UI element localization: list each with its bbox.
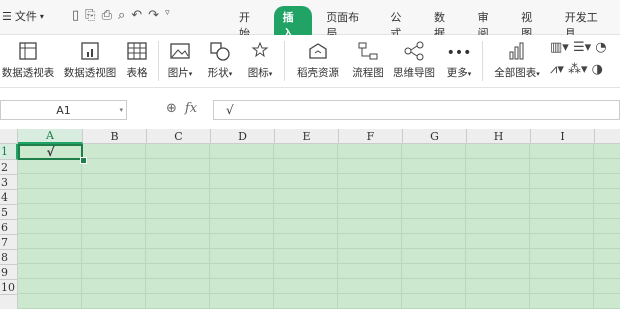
docer-resource-button[interactable]: 稻壳资源 (290, 37, 346, 80)
menu-bar: ☰ 文件 ▾ ▯ ⎘ ⎙ ⌕ ↶ ↷ ▿ 开始 插入 页面布局 公式 数据 审阅… (0, 0, 620, 44)
flowchart-icon (350, 37, 386, 61)
line-chart-icon[interactable]: ⩘▾ (550, 62, 564, 77)
redo-icon[interactable]: ↷ (148, 8, 159, 23)
chevron-down-icon: ▾ (268, 70, 273, 78)
pivot-table-icon (0, 37, 56, 61)
fill-handle[interactable] (80, 157, 87, 164)
icon-library-label: 图标 (247, 67, 269, 79)
bar-chart-icon (488, 37, 546, 61)
column-header-d[interactable]: D (211, 129, 275, 144)
mindmap-icon (390, 37, 438, 61)
row-header-overflow[interactable] (0, 295, 18, 309)
shape-icon (202, 37, 238, 61)
formula-input[interactable]: √ (213, 100, 620, 120)
row-header-4[interactable]: 4 (0, 190, 18, 205)
quick-access-toolbar: ▯ ⎘ ⎙ ⌕ ↶ ↷ ▿ (72, 8, 170, 23)
pivot-chart-icon (62, 37, 118, 61)
chevron-down-icon: ▾ (188, 70, 193, 78)
scatter-chart-icon[interactable]: ⁂▾ (568, 62, 588, 77)
pie-chart-icon[interactable]: ◔ (595, 40, 606, 55)
chart-types-group: ▥▾ ☰▾ ◔ ⩘▾ ⁂▾ ◑ (550, 37, 620, 81)
formula-bar: A1 ▾ ⊕ fx √ (0, 98, 620, 124)
column-header-b[interactable]: B (83, 129, 147, 144)
more-button[interactable]: ••• 更多▾ (442, 37, 476, 80)
ribbon-divider (158, 41, 159, 81)
row-header-10[interactable]: 10 (0, 280, 18, 295)
row-header-8[interactable]: 8 (0, 250, 18, 265)
mindmap-button[interactable]: 思维导图 (390, 37, 438, 80)
shape-label: 形状 (207, 67, 229, 79)
row-header-9[interactable]: 9 (0, 265, 18, 280)
formula-tools: ⊕ fx (166, 101, 197, 116)
area-chart-icon[interactable]: ◑ (592, 62, 603, 77)
shape-button[interactable]: 形状▾ (202, 37, 238, 80)
picture-label: 图片 (167, 67, 189, 79)
docer-resource-icon (290, 37, 346, 61)
picture-button[interactable]: 图片▾ (162, 37, 198, 80)
mindmap-label: 思维导图 (393, 67, 435, 79)
spreadsheet-grid: A B C D E F G H I 1 2 3 4 5 6 7 8 9 10 √ (0, 129, 620, 309)
customize-icon[interactable]: ▿ (165, 8, 170, 23)
icon-library-icon (242, 37, 278, 61)
file-menu-label: 文件 (14, 10, 37, 23)
column-header-c[interactable]: C (147, 129, 211, 144)
column-header-i[interactable]: I (531, 129, 595, 144)
column-header-h[interactable]: H (467, 129, 531, 144)
formula-input-value: √ (226, 103, 234, 117)
print-icon[interactable]: ⎙ (102, 8, 112, 23)
hamburger-icon: ☰ (2, 9, 12, 23)
more-label: 更多 (446, 67, 468, 79)
name-box-value: A1 (56, 103, 71, 117)
flowchart-button[interactable]: 流程图 (350, 37, 386, 80)
print-preview-icon[interactable]: ⌕ (118, 8, 125, 23)
more-icon: ••• (446, 45, 472, 61)
pivot-table-button[interactable]: 数据透视表 (0, 37, 56, 80)
row-header-6[interactable]: 6 (0, 220, 18, 235)
pivot-chart-label: 数据透视图 (63, 67, 117, 79)
select-all-corner[interactable] (0, 129, 18, 144)
pivot-chart-button[interactable]: 数据透视图 (62, 37, 118, 80)
all-charts-button[interactable]: 全部图表▾ (488, 37, 546, 80)
zoom-icon[interactable]: ⊕ (166, 101, 177, 116)
ribbon-divider (482, 41, 483, 81)
flowchart-label: 流程图 (352, 67, 384, 79)
column-header-e[interactable]: E (275, 129, 339, 144)
column-header-a[interactable]: A (18, 129, 83, 144)
chevron-down-icon: ▾ (467, 70, 472, 78)
file-menu[interactable]: ☰ 文件 ▾ (2, 8, 44, 24)
name-box[interactable]: A1 ▾ (0, 100, 127, 120)
ribbon-insert: 数据透视表 数据透视图 表格 图片▾ 形状▾ 图标▾ 稻壳资源 流程图 思维导图… (0, 35, 620, 88)
fx-button[interactable]: fx (185, 101, 197, 116)
docer-resource-label: 稻壳资源 (297, 67, 339, 79)
column-chart-icon[interactable]: ▥▾ (550, 40, 569, 55)
column-header-overflow[interactable] (595, 129, 620, 144)
row-header-7[interactable]: 7 (0, 235, 18, 250)
row-header-1[interactable]: 1 (0, 144, 18, 160)
export-icon[interactable]: ⎘ (85, 8, 95, 23)
column-header-g[interactable]: G (403, 129, 467, 144)
chevron-down-icon: ▾ (536, 70, 540, 78)
icon-library-button[interactable]: 图标▾ (242, 37, 278, 80)
table-button[interactable]: 表格 (122, 37, 152, 80)
chevron-down-icon: ▾ (119, 106, 123, 114)
chevron-down-icon: ▾ (39, 11, 44, 21)
pivot-table-label: 数据透视表 (1, 67, 55, 79)
row-header-3[interactable]: 3 (0, 175, 18, 190)
chevron-down-icon: ▾ (228, 70, 233, 78)
row-header-5[interactable]: 5 (0, 205, 18, 220)
cell-a1-value: √ (46, 145, 55, 159)
active-cell-a1[interactable]: √ (18, 144, 83, 160)
all-charts-label: 全部图表 (494, 67, 537, 79)
table-icon (122, 37, 152, 61)
table-label: 表格 (126, 67, 148, 79)
row-header-2[interactable]: 2 (0, 160, 18, 175)
ribbon-divider (284, 41, 285, 81)
cell-area[interactable] (18, 144, 620, 309)
save-icon[interactable]: ▯ (72, 8, 79, 23)
undo-icon[interactable]: ↶ (131, 8, 142, 23)
column-header-f[interactable]: F (339, 129, 403, 144)
picture-icon (162, 37, 198, 61)
bar-chart-horizontal-icon[interactable]: ☰▾ (573, 40, 591, 55)
